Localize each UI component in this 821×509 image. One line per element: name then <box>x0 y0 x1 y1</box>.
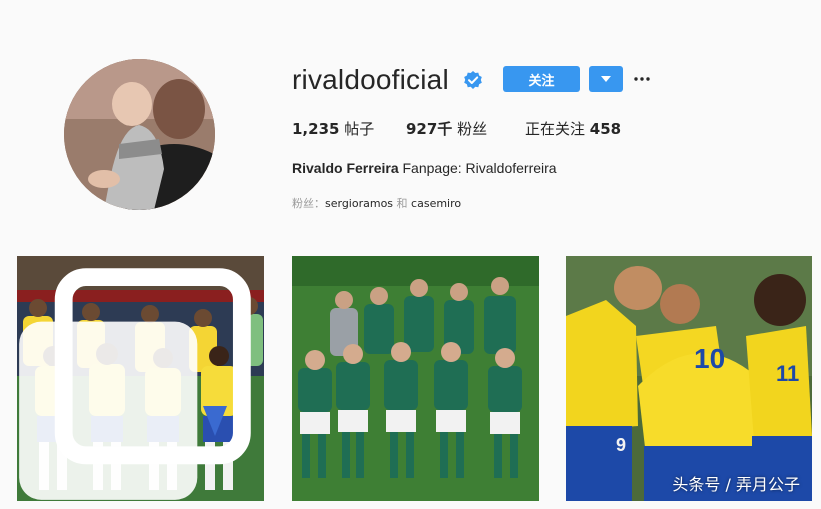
suggestions-dropdown-button[interactable] <box>589 66 623 92</box>
post-thumbnail[interactable] <box>17 256 264 501</box>
chevron-down-icon <box>601 75 611 82</box>
post-image <box>292 256 539 501</box>
followed-by-joiner: 和 <box>396 197 408 210</box>
followers-label: 粉丝 <box>457 120 488 138</box>
watermark-text: 头条号 / 弄月公子 <box>672 475 800 494</box>
profile-username: rivaldooficial <box>292 64 449 95</box>
avatar-photo <box>64 59 215 210</box>
verified-badge-icon <box>464 71 482 89</box>
followed-by: 粉丝：sergioramos 和 casemiro <box>292 195 461 211</box>
post-thumbnail[interactable] <box>292 256 539 501</box>
profile-bio: Rivaldo Ferreira Fanpage: Rivaldoferreir… <box>292 160 557 176</box>
posts-label: 帖子 <box>344 120 375 138</box>
svg-text:10: 10 <box>694 343 725 374</box>
post-image: 10 11 9 <box>566 256 812 501</box>
followed-by-user-link[interactable]: sergioramos <box>325 197 393 210</box>
ellipsis-icon <box>634 77 650 81</box>
multiple-images-icon <box>19 268 251 500</box>
profile-avatar[interactable] <box>64 59 215 210</box>
following-count: 458 <box>589 120 622 138</box>
profile-full-name: Rivaldo Ferreira <box>292 160 399 176</box>
more-options-button[interactable] <box>632 68 652 90</box>
follow-button[interactable]: 关注 <box>503 66 580 92</box>
followers-link[interactable]: 927千 粉丝 <box>406 118 487 139</box>
following-label: 正在关注 <box>525 120 586 138</box>
followed-by-prefix: 粉丝： <box>292 197 325 210</box>
svg-text:11: 11 <box>776 361 799 386</box>
svg-text:9: 9 <box>616 435 626 455</box>
followers-count: 927千 <box>406 120 453 138</box>
posts-count: 1,235 <box>292 120 340 138</box>
followed-by-user-link[interactable]: casemiro <box>411 197 461 210</box>
post-thumbnail[interactable]: 10 11 9 头条号 / 弄月公子 <box>566 256 812 501</box>
posts-count-stat: 1,235 帖子 <box>292 118 374 139</box>
following-link[interactable]: 正在关注 458 <box>525 118 621 139</box>
bio-text: Fanpage: Rivaldoferreira <box>402 160 557 176</box>
